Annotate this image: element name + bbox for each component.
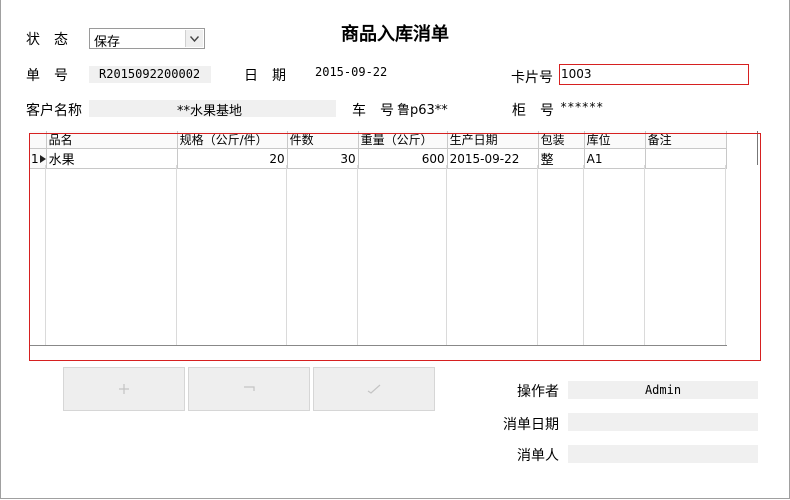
row-pointer-icon bbox=[39, 154, 46, 163]
grid-right-edge bbox=[757, 131, 758, 165]
check-icon bbox=[367, 384, 381, 394]
card-no-input[interactable]: 1003 bbox=[559, 64, 749, 85]
status-select[interactable]: 保存 bbox=[89, 28, 205, 50]
canceler-label: 消单人 bbox=[517, 448, 559, 464]
goods-grid[interactable]: 品名 规格（公斤/件） 件数 重量（公斤） 生产日期 包装 库位 备注 1 水果… bbox=[30, 131, 756, 357]
operator-value: Admin bbox=[644, 383, 682, 397]
card-no-label: 卡片号 bbox=[511, 70, 553, 86]
add-row-button[interactable] bbox=[63, 367, 185, 411]
plus-icon bbox=[119, 384, 129, 394]
column-header[interactable]: 库位 bbox=[584, 131, 646, 149]
cancel-date-field[interactable] bbox=[568, 413, 758, 431]
column-header[interactable]: 规格（公斤/件） bbox=[177, 131, 288, 149]
cell-prod-date[interactable]: 2015-09-22 bbox=[447, 148, 539, 169]
column-header[interactable]: 品名 bbox=[46, 131, 178, 149]
plate-label: 车 号 bbox=[352, 103, 394, 119]
cell-count[interactable]: 30 bbox=[287, 148, 359, 169]
order-no-value: R2015092200002 bbox=[99, 67, 201, 81]
operator-label: 操作者 bbox=[517, 384, 559, 400]
table-row[interactable]: 1 水果 20 30 600 2015-09-22 整 A1 bbox=[30, 148, 727, 169]
cell-name[interactable]: 水果 bbox=[46, 148, 178, 169]
row-indicator[interactable]: 1 bbox=[30, 148, 47, 169]
column-header[interactable]: 包装 bbox=[538, 131, 585, 149]
column-header[interactable]: 生产日期 bbox=[447, 131, 539, 149]
grid-header-row: 品名 规格（公斤/件） 件数 重量（公斤） 生产日期 包装 库位 备注 bbox=[30, 131, 727, 149]
customer-field: **水果基地 bbox=[89, 100, 336, 119]
card-no-value: 1003 bbox=[561, 67, 592, 81]
canceler-field[interactable] bbox=[568, 445, 758, 463]
date-value: 2015-09-22 bbox=[315, 65, 388, 79]
cell-weight[interactable]: 600 bbox=[358, 148, 448, 169]
page-title: 商品入库消单 bbox=[341, 24, 449, 45]
date-label: 日 期 bbox=[244, 68, 286, 84]
customer-label: 客户名称 bbox=[26, 103, 82, 119]
cell-pack[interactable]: 整 bbox=[538, 148, 585, 169]
customer-value: **水果基地 bbox=[177, 104, 243, 119]
plate-value: 鲁p63** bbox=[397, 103, 448, 118]
cancel-date-label: 消单日期 bbox=[503, 417, 559, 433]
cabinet-label: 柜 号 bbox=[512, 103, 554, 119]
row-index: 1 bbox=[31, 151, 39, 166]
minus-icon bbox=[244, 386, 255, 391]
cabinet-value: ****** bbox=[560, 100, 604, 114]
operator-field: Admin bbox=[568, 381, 758, 399]
column-header[interactable]: 件数 bbox=[287, 131, 359, 149]
order-no-label: 单 号 bbox=[26, 68, 68, 84]
cell-note[interactable] bbox=[645, 148, 727, 169]
confirm-button[interactable] bbox=[313, 367, 435, 411]
column-header[interactable]: 备注 bbox=[645, 131, 727, 149]
column-header[interactable]: 重量（公斤） bbox=[358, 131, 448, 149]
order-no-field: R2015092200002 bbox=[89, 66, 211, 83]
status-label: 状 态 bbox=[26, 32, 68, 48]
cell-location[interactable]: A1 bbox=[584, 148, 646, 169]
row-indicator-header bbox=[30, 131, 47, 149]
grid-horizontal-scrollbar[interactable] bbox=[30, 345, 727, 358]
chevron-down-icon[interactable] bbox=[185, 30, 203, 47]
status-select-value: 保存 bbox=[94, 35, 121, 50]
cell-spec[interactable]: 20 bbox=[177, 148, 288, 169]
remove-row-button[interactable] bbox=[188, 367, 310, 411]
